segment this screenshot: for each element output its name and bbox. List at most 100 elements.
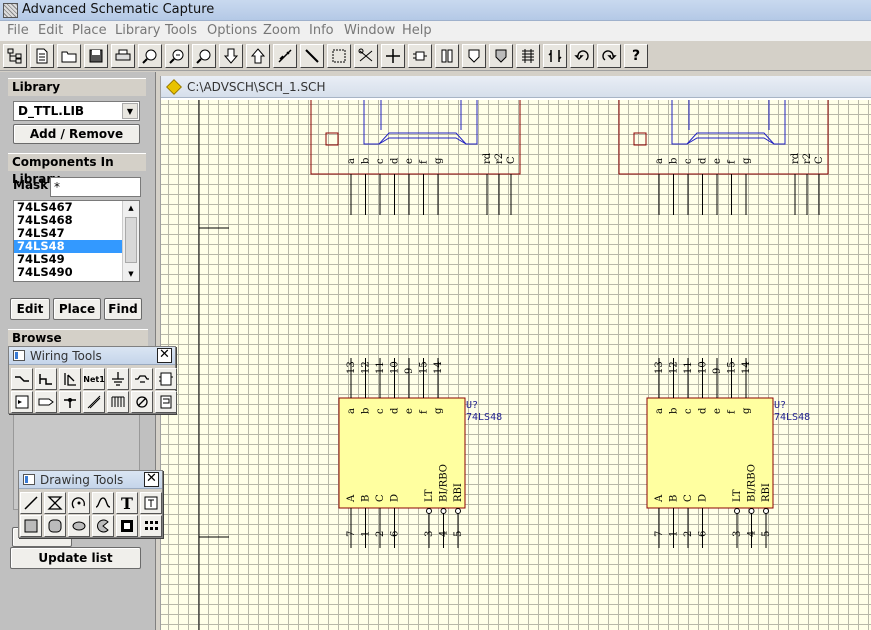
- hierarchy-icon[interactable]: [3, 44, 27, 68]
- cut-wire-icon[interactable]: [273, 44, 297, 68]
- shield-edit-icon[interactable]: [489, 44, 513, 68]
- port-icon[interactable]: [35, 391, 57, 413]
- harness-icon[interactable]: [107, 391, 129, 413]
- scissors-icon[interactable]: [354, 44, 378, 68]
- library-icon[interactable]: [435, 44, 459, 68]
- shield-icon[interactable]: [462, 44, 486, 68]
- menu-file[interactable]: File: [7, 23, 29, 38]
- menu-info[interactable]: Info: [309, 23, 334, 38]
- menu-options[interactable]: Options: [207, 23, 257, 38]
- drawing-tools-titlebar[interactable]: Drawing Tools ✕: [19, 471, 162, 489]
- add-remove-button[interactable]: Add / Remove: [13, 124, 140, 144]
- chip-pin-label: BI/RBO: [439, 464, 450, 502]
- wire-icon[interactable]: [11, 368, 33, 390]
- new-document-icon[interactable]: [30, 44, 54, 68]
- wiring-tools-titlebar[interactable]: Wiring Tools ✕: [9, 347, 175, 365]
- part-icon[interactable]: [131, 368, 153, 390]
- print-icon[interactable]: [111, 44, 135, 68]
- rounded-rectangle-icon[interactable]: [44, 515, 66, 537]
- display-segment-trace: [686, 137, 775, 145]
- select-area-icon[interactable]: [327, 44, 351, 68]
- menu-help[interactable]: Help: [402, 23, 432, 38]
- chevron-down-icon[interactable]: ▼: [122, 103, 138, 119]
- display-pin-label: f: [419, 159, 430, 164]
- zoom-in-icon[interactable]: [138, 44, 162, 68]
- close-icon[interactable]: ✕: [144, 472, 159, 487]
- move-up-icon[interactable]: [246, 44, 270, 68]
- scroll-up-icon[interactable]: ▲: [123, 201, 139, 215]
- sheet-symbol-icon[interactable]: [155, 368, 177, 390]
- arc-icon[interactable]: [68, 492, 90, 514]
- menu-tools[interactable]: Tools: [165, 23, 197, 38]
- crosshair-icon[interactable]: [381, 44, 405, 68]
- pie-icon[interactable]: [92, 515, 114, 537]
- bus-entry-icon[interactable]: [59, 368, 81, 390]
- component-icon[interactable]: [408, 44, 432, 68]
- swap-icon[interactable]: [543, 44, 567, 68]
- zoom-out-icon[interactable]: [165, 44, 189, 68]
- wiring-tools-window[interactable]: Wiring Tools ✕ Net1: [8, 346, 177, 414]
- menu-library[interactable]: Library: [115, 23, 160, 38]
- schematic-canvas[interactable]: a b c d e f g rd r2 C U? 74LS48 13 a 12 b 11 c 10 d 9 e 15 f 14 g…: [161, 100, 871, 630]
- display-pin-label: d: [698, 157, 709, 164]
- graphic-icon[interactable]: [116, 515, 138, 537]
- chip-inversion-bubble: [426, 508, 432, 514]
- mask-input[interactable]: *: [50, 177, 141, 197]
- junction-icon[interactable]: [59, 391, 81, 413]
- probe-icon[interactable]: [155, 391, 177, 413]
- menu-edit[interactable]: Edit: [38, 23, 63, 38]
- display-pin-label: b: [669, 158, 680, 164]
- chip-pin-label: b: [669, 408, 680, 414]
- bezier-icon[interactable]: [92, 492, 114, 514]
- draw-line-icon[interactable]: [300, 44, 324, 68]
- menu-place[interactable]: Place: [72, 23, 107, 38]
- ellipse-icon[interactable]: [68, 515, 90, 537]
- bus-icon[interactable]: [35, 368, 57, 390]
- move-down-icon[interactable]: [219, 44, 243, 68]
- redo-icon[interactable]: [597, 44, 621, 68]
- text-icon[interactable]: T: [116, 492, 138, 514]
- chip-pin-number: 7: [346, 531, 357, 537]
- save-icon[interactable]: [84, 44, 108, 68]
- menu-zoom[interactable]: Zoom: [263, 23, 300, 38]
- no-erc-icon[interactable]: [131, 391, 153, 413]
- display-pin-label: c: [375, 158, 386, 164]
- polygon-icon[interactable]: [44, 492, 66, 514]
- zoom-fit-icon[interactable]: [192, 44, 216, 68]
- directive-icon[interactable]: [83, 391, 105, 413]
- chip-pin-number: 2: [375, 531, 386, 537]
- netlist-icon[interactable]: [516, 44, 540, 68]
- chip-part-number: 74LS48: [774, 412, 810, 423]
- scroll-thumb[interactable]: [125, 217, 137, 263]
- update-list-button[interactable]: Update list: [10, 547, 141, 569]
- place-button[interactable]: Place: [53, 298, 101, 320]
- list-scrollbar[interactable]: ▲ ▼: [122, 201, 139, 281]
- chip-pin-label: a: [654, 408, 665, 414]
- chip-inversion-bubble: [748, 508, 755, 514]
- chip-inversion-bubble: [440, 508, 447, 514]
- app-icon: [3, 3, 18, 18]
- scroll-down-icon[interactable]: ▼: [123, 267, 139, 281]
- display-pin-label: g: [433, 157, 444, 164]
- line-icon[interactable]: [20, 492, 42, 514]
- rectangle-icon[interactable]: [20, 515, 42, 537]
- undo-icon[interactable]: [570, 44, 594, 68]
- drawing-tools-window[interactable]: Drawing Tools ✕ T: [18, 470, 163, 538]
- component-list[interactable]: 74LS467 74LS468 74LS47 74LS48 74LS49 74L…: [13, 200, 140, 282]
- list-item[interactable]: 74LS490: [14, 266, 122, 279]
- help-icon[interactable]: ?: [624, 44, 648, 68]
- edit-button[interactable]: Edit: [10, 298, 50, 320]
- menu-window[interactable]: Window: [344, 23, 395, 38]
- array-icon[interactable]: [140, 515, 162, 537]
- close-icon[interactable]: ✕: [157, 348, 172, 363]
- find-button[interactable]: Find: [104, 298, 142, 320]
- text-frame-icon[interactable]: [140, 492, 162, 514]
- sheet-entry-icon[interactable]: [11, 391, 33, 413]
- chip-pin-label: c: [683, 408, 694, 414]
- net-label-icon[interactable]: Net1: [83, 368, 105, 390]
- power-port-icon[interactable]: [107, 368, 129, 390]
- display-pin-label: rd: [482, 152, 493, 164]
- library-select[interactable]: D_TTL.LIB ▼: [13, 101, 140, 121]
- open-folder-icon[interactable]: [57, 44, 81, 68]
- display-segment-trace: [378, 137, 467, 145]
